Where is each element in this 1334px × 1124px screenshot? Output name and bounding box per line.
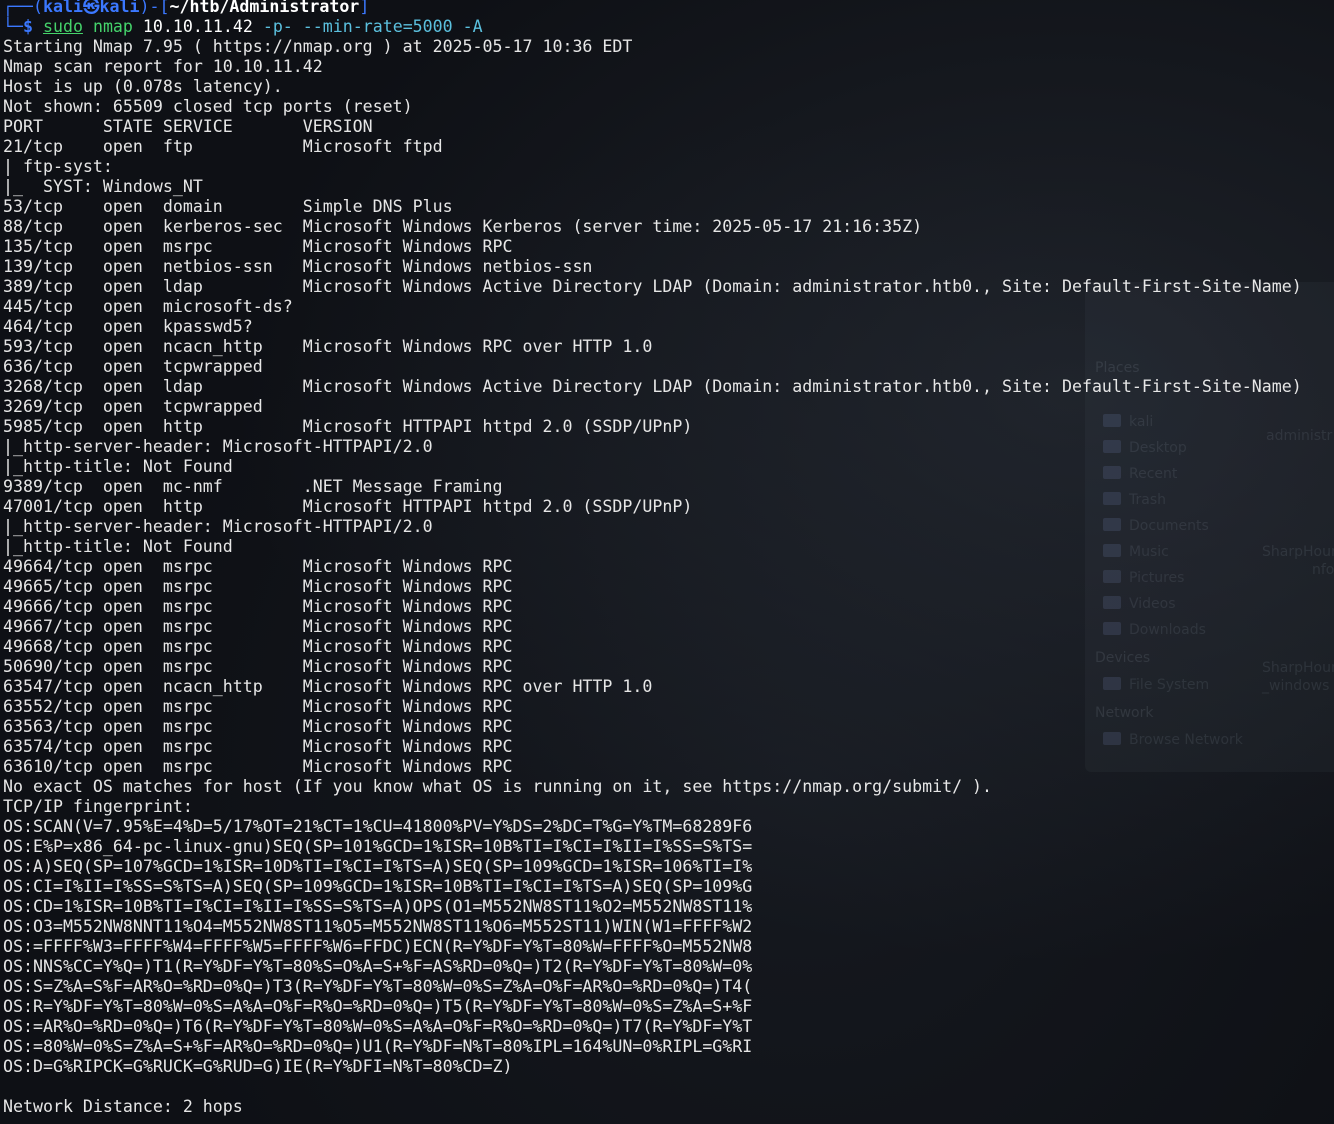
command-sudo: sudo <box>42 17 83 36</box>
output-line: OS:NNS%CC=Y%Q=)T1(R=Y%DF=Y%T=80%S=O%A=S+… <box>3 957 753 976</box>
command-target: 10.10.11.42 <box>142 17 253 36</box>
output-line: 63547/tcp open ncacn_http Microsoft Wind… <box>3 677 653 696</box>
output-line: OS:=AR%O=%RD=0%Q=)T6(R=Y%DF=Y%T=80%W=0%S… <box>3 1017 753 1036</box>
output-line: OS:E%P=x86_64-pc-linux-gnu)SEQ(SP=101%GC… <box>3 837 753 856</box>
output-line: OS:=FFFF%W3=FFFF%W4=FFFF%W5=FFFF%W6=FFDC… <box>3 937 753 956</box>
output-line: 389/tcp open ldap Microsoft Windows Acti… <box>3 277 1302 296</box>
output-line: OS:CD=1%ISR=10B%TI=I%CI=I%II=I%SS=S%TS=A… <box>3 897 753 916</box>
command-program: nmap <box>92 17 133 36</box>
output-line: OS:S=Z%A=S%F=AR%O=%RD=0%Q=)T3(R=Y%DF=Y%T… <box>3 977 753 996</box>
output-line: 63574/tcp open msrpc Microsoft Windows R… <box>3 737 513 756</box>
output-line: OS:D=G%RIPCK=G%RUCK=G%RUD=G)IE(R=Y%DFI=N… <box>3 1057 513 1076</box>
prompt-line-1: ┌──(kali㉿kali)-[~/htb/Administrator] <box>3 0 1302 17</box>
output-line: 63610/tcp open msrpc Microsoft Windows R… <box>3 757 513 776</box>
prompt-user: kali <box>42 0 83 16</box>
output-line: |_http-title: Not Found <box>3 457 233 476</box>
output-line: 3269/tcp open tcpwrapped <box>3 397 263 416</box>
prompt-symbol: $ <box>22 17 33 36</box>
output-line: Network Distance: 2 hops <box>3 1097 243 1116</box>
terminal-window[interactable]: Places kali Desktop Recent Trash Documen… <box>0 0 1334 1124</box>
output-line: OS:=80%W=0%S=Z%A=S+%F=AR%O=%RD=0%Q=)U1(R… <box>3 1037 753 1056</box>
output-line: 464/tcp open kpasswd5? <box>3 317 253 336</box>
output-line: 21/tcp open ftp Microsoft ftpd <box>3 137 443 156</box>
output-line: Nmap scan report for 10.10.11.42 <box>3 57 323 76</box>
output-line: 593/tcp open ncacn_http Microsoft Window… <box>3 337 653 356</box>
output-line: |_http-server-header: Microsoft-HTTPAPI/… <box>3 437 433 456</box>
command-options: -p- --min-rate=5000 -A <box>262 17 483 36</box>
output-line: No exact OS matches for host (If you kno… <box>3 777 993 796</box>
output-line: 47001/tcp open http Microsoft HTTPAPI ht… <box>3 497 693 516</box>
output-line: 135/tcp open msrpc Microsoft Windows RPC <box>3 237 513 256</box>
output-line: TCP/IP fingerprint: <box>3 797 193 816</box>
output-line: 63552/tcp open msrpc Microsoft Windows R… <box>3 697 513 716</box>
output-line: OS:R=Y%DF=Y%T=80%W=0%S=A%A=O%F=R%O=%RD=0… <box>3 997 753 1016</box>
output-line: Starting Nmap 7.95 ( https://nmap.org ) … <box>3 37 633 56</box>
output-line: |_ SYST: Windows_NT <box>3 177 203 196</box>
output-line: 49667/tcp open msrpc Microsoft Windows R… <box>3 617 513 636</box>
prompt-host: kali <box>99 0 140 16</box>
output-line: OS:A)SEQ(SP=107%GCD=1%ISR=10D%TI=I%CI=I%… <box>3 857 753 876</box>
output-line: 445/tcp open microsoft-ds? <box>3 297 293 316</box>
output-line: OS:CI=I%II=I%SS=S%TS=A)SEQ(SP=109%GCD=1%… <box>3 877 753 896</box>
output-line: 49666/tcp open msrpc Microsoft Windows R… <box>3 597 513 616</box>
skull-icon: ㉿ <box>82 0 100 16</box>
output-line: 49668/tcp open msrpc Microsoft Windows R… <box>3 637 513 656</box>
output-line: PORT STATE SERVICE VERSION <box>3 117 373 136</box>
output-line: 49665/tcp open msrpc Microsoft Windows R… <box>3 577 513 596</box>
output-line: 636/tcp open tcpwrapped <box>3 357 263 376</box>
output-line: 5985/tcp open http Microsoft HTTPAPI htt… <box>3 417 693 436</box>
output-line: 50690/tcp open msrpc Microsoft Windows R… <box>3 657 513 676</box>
output-line: 88/tcp open kerberos-sec Microsoft Windo… <box>3 217 923 236</box>
bg-file-label: nfo <box>1312 562 1334 578</box>
output-line: | ftp-syst: <box>3 157 113 176</box>
output-line: OS:SCAN(V=7.95%E=4%D=5/17%OT=21%CT=1%CU=… <box>3 817 753 836</box>
output-line: Host is up (0.078s latency). <box>3 77 283 96</box>
output-line: 63563/tcp open msrpc Microsoft Windows R… <box>3 717 513 736</box>
output-line: Not shown: 65509 closed tcp ports (reset… <box>3 97 413 116</box>
terminal-output[interactable]: ┌──(kali㉿kali)-[~/htb/Administrator] └─$… <box>3 0 1302 1117</box>
output-line: OS:O3=M552NW8NNT11%O4=M552NW8ST11%O5=M55… <box>3 917 753 936</box>
output-line: |_http-server-header: Microsoft-HTTPAPI/… <box>3 517 433 536</box>
output-line: 53/tcp open domain Simple DNS Plus <box>3 197 453 216</box>
output-line: |_http-title: Not Found <box>3 537 233 556</box>
prompt-line-2: └─$ sudo nmap 10.10.11.42 -p- --min-rate… <box>3 17 483 36</box>
prompt-path: ~/htb/Administrator <box>169 0 360 16</box>
output-line: 139/tcp open netbios-ssn Microsoft Windo… <box>3 257 593 276</box>
output-line: 3268/tcp open ldap Microsoft Windows Act… <box>3 377 1302 396</box>
output-line: 9389/tcp open mc-nmf .NET Message Framin… <box>3 477 503 496</box>
output-line: 49664/tcp open msrpc Microsoft Windows R… <box>3 557 513 576</box>
scan-output: Starting Nmap 7.95 ( https://nmap.org ) … <box>3 37 1302 1117</box>
